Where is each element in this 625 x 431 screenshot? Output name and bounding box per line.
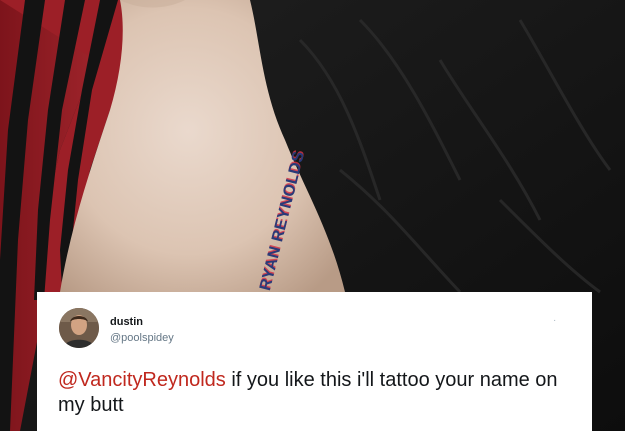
avatar[interactable] xyxy=(59,308,99,348)
tweet-card: dustin @poolspidey · @VancityReynolds if… xyxy=(37,292,592,431)
mention-link[interactable]: @VancityReynolds xyxy=(58,369,226,391)
tattoo-photo-scene: RYAN REYNOLDS dustin @poolspidey · @Vanc… xyxy=(0,0,625,431)
author-handle[interactable]: @poolspidey xyxy=(110,332,174,344)
tweet-text: @VancityReynolds if you like this i'll t… xyxy=(58,368,583,418)
tweet-menu-icon[interactable]: · xyxy=(553,315,556,326)
avatar-photo-icon xyxy=(59,308,99,348)
author-name[interactable]: dustin xyxy=(110,316,143,328)
tattoo: RYAN REYNOLDS xyxy=(257,146,308,296)
